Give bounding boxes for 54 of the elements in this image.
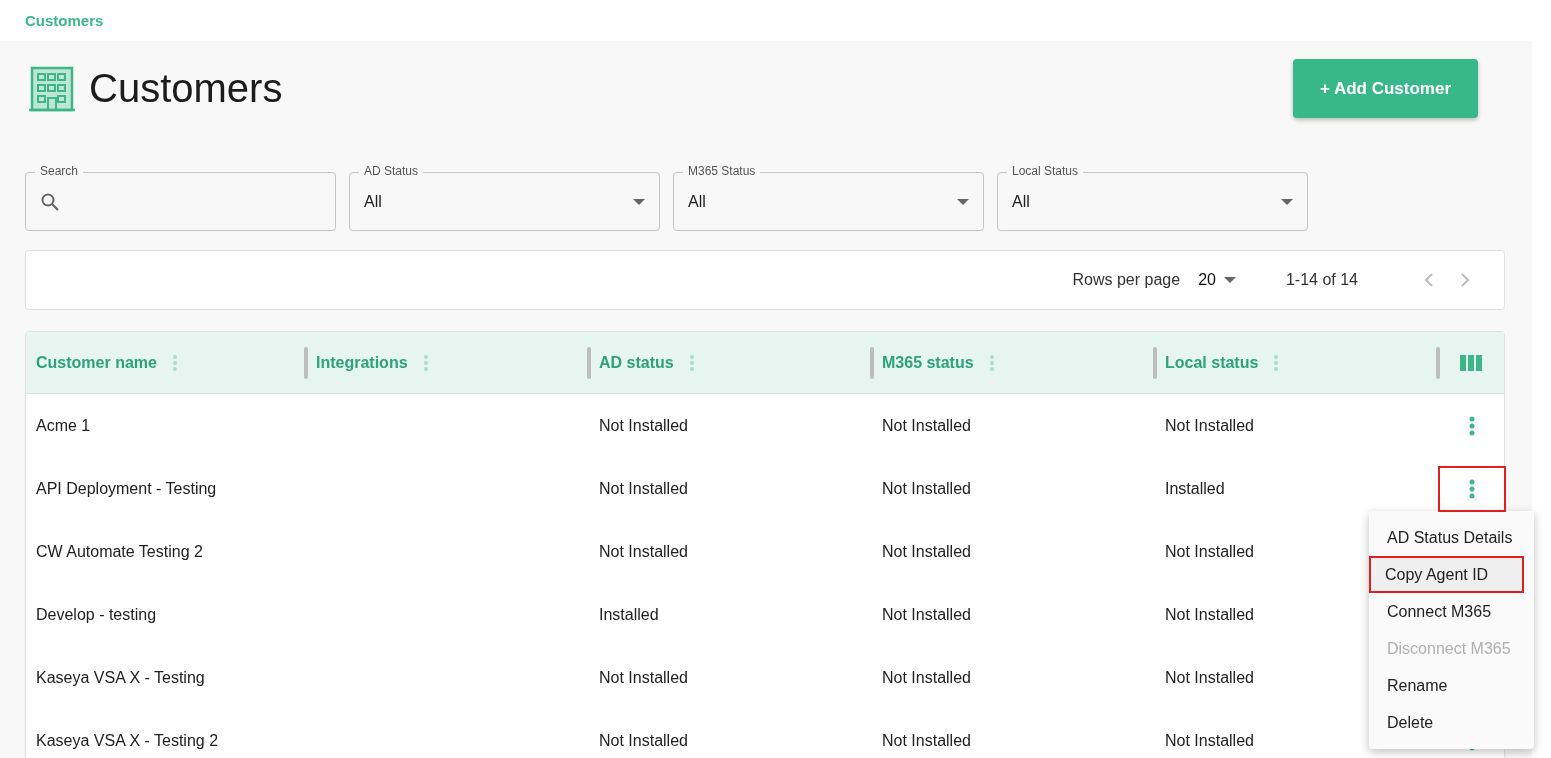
search-icon [40, 191, 60, 212]
table-cell: Installed [599, 605, 659, 624]
table-cell: Not Installed [599, 542, 688, 561]
table-cell: CW Automate Testing 2 [36, 542, 203, 561]
table-cell: Not Installed [1165, 605, 1254, 624]
table-cell: Not Installed [1165, 542, 1254, 561]
column-menu-icon[interactable] [1274, 354, 1279, 371]
rows-per-page-select[interactable]: 20 [1198, 271, 1236, 289]
caret-icon [957, 198, 969, 205]
more-vertical-icon [1469, 478, 1475, 499]
table-cell: Not Installed [882, 542, 971, 561]
status-select[interactable]: M365 Status All [673, 164, 984, 231]
table-cell: Not Installed [599, 479, 688, 498]
table-cell: Not Installed [1165, 731, 1254, 750]
table-cell: Not Installed [599, 416, 688, 435]
rows-per-page-label: Rows per page [1072, 271, 1181, 289]
search-field[interactable]: Search [25, 164, 336, 231]
table-cell: Not Installed [1165, 416, 1254, 435]
menu-item[interactable]: Delete [1369, 704, 1534, 741]
menu-item[interactable]: Connect M365 [1369, 593, 1534, 630]
building-icon [29, 65, 75, 112]
table-cell: Not Installed [882, 479, 971, 498]
table-cell: Not Installed [599, 668, 688, 687]
table-cell: Not Installed [882, 668, 971, 687]
menu-item[interactable]: Rename [1369, 667, 1534, 704]
table-cell: Kaseya VSA X - Testing 2 [36, 731, 219, 750]
status-select[interactable]: AD Status All [349, 164, 660, 231]
column-menu-icon[interactable] [989, 354, 994, 371]
more-vertical-icon [1469, 415, 1475, 436]
table-cell: Not Installed [599, 731, 688, 750]
chevron-left-icon[interactable] [1424, 272, 1434, 288]
table-cell: API Deployment - Testing [36, 479, 217, 498]
table-cell: Not Installed [882, 731, 971, 750]
column-menu-icon[interactable] [689, 354, 694, 371]
menu-item[interactable]: AD Status Details [1369, 519, 1534, 556]
table-cell: Acme 1 [36, 416, 91, 435]
table-cell: Kaseya VSA X - Testing [36, 668, 205, 687]
menu-item[interactable]: Copy Agent ID [1369, 556, 1524, 593]
row-actions-button[interactable] [1438, 465, 1506, 512]
column-menu-icon[interactable] [172, 354, 177, 371]
caret-icon [1281, 198, 1293, 205]
table-cell: Not Installed [882, 416, 971, 435]
chevron-right-icon[interactable] [1460, 272, 1470, 288]
column-menu-icon[interactable] [423, 354, 428, 371]
table-cell: Not Installed [882, 605, 971, 624]
page-title: Customers [89, 66, 283, 111]
table-cell: Not Installed [1165, 668, 1254, 687]
table-cell: Installed [1165, 479, 1225, 498]
columns-icon[interactable] [1460, 354, 1482, 371]
page-range: 1-14 of 14 [1285, 271, 1358, 289]
caret-icon [633, 198, 645, 205]
table-cell: Develop - testing [36, 605, 157, 624]
status-select[interactable]: Local Status All [997, 164, 1308, 231]
caret-icon [1223, 277, 1236, 283]
